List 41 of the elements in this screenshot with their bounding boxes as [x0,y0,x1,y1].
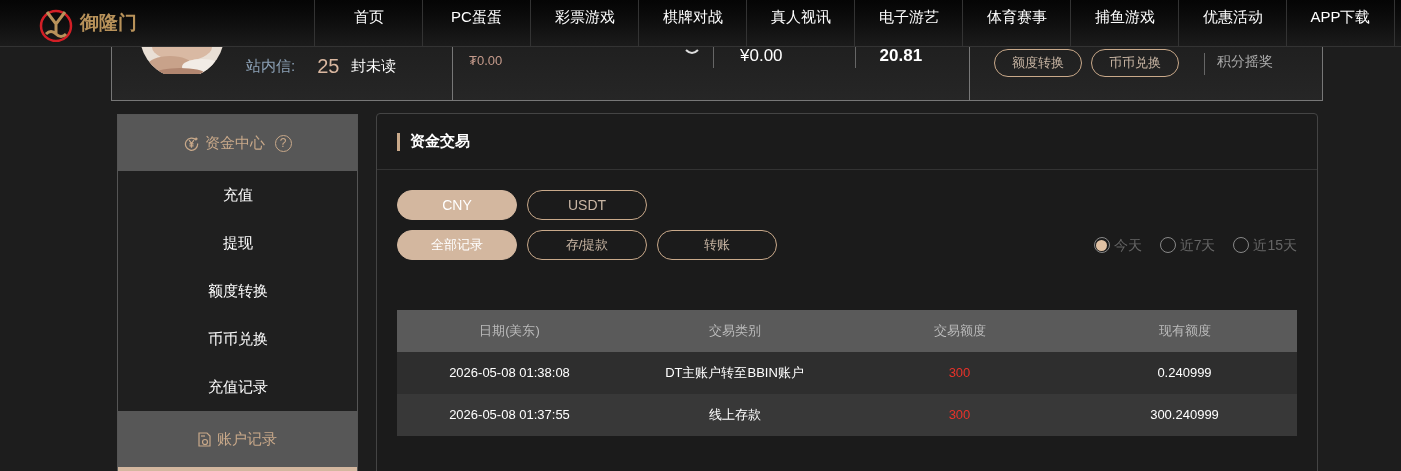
nav-link[interactable]: 棋牌对战 [638,0,746,46]
table-cell-text: 线上存款 [707,406,762,425]
cny-balance: ¥0.00 [740,45,783,67]
points-balance: 20.81 [879,45,923,67]
menu-item[interactable]: 币币兑换 [118,315,357,363]
column-header: 日期(美东) [478,322,541,341]
table-cell-text: 300.240999 [1149,406,1220,425]
unread-count: 25 [317,54,340,79]
nav-link[interactable]: 优惠活动 [1178,0,1286,46]
nav-link[interactable]: 真人视讯 [746,0,854,46]
column-header: 交易额度 [932,322,987,341]
nav-link[interactable]: PC蛋蛋 [422,0,530,46]
table-cell-text: 300 [947,364,972,383]
column-header: 交易类别 [707,322,762,341]
lottery-link[interactable]: 积分摇奖 [1217,53,1273,72]
messages-label: 站内信: [246,55,296,76]
nav-link[interactable]: 彩票游戏 [530,0,638,46]
column-header: 现有额度 [1157,322,1212,341]
menu-item[interactable]: 充值记录 [118,363,357,411]
panel-title: 资金交易 [410,131,470,152]
balance-text: ₮0.00 [469,52,504,70]
menu-item[interactable]: 提现 [118,219,357,267]
section-title: 资金中心 [204,132,265,153]
nav-link[interactable]: APP下载 [1286,0,1394,46]
nav-link[interactable]: 体育赛事 [962,0,1070,46]
nav-link[interactable]: 捕鱼游戏 [1070,0,1178,46]
section-title: 账户记录 [217,428,277,449]
radio-label: 近7天 [1179,235,1216,255]
logo-text: 御隆门 [80,10,137,35]
unread-label: 封未读 [351,55,397,76]
menu-item[interactable]: 充值 [118,171,357,219]
table-cell-text: 2026-05-08 01:37:55 [448,406,571,425]
table-cell-text: 2026-05-08 01:38:08 [448,364,571,383]
nav-link[interactable]: 电子游艺 [854,0,962,46]
table-cell-text: 300 [947,406,972,425]
table-cell-text: DT主账户转至BBIN账户 [664,364,805,383]
menu-item[interactable]: 额度转换 [118,267,357,315]
radio-label: 近15天 [1253,235,1297,255]
radio-label: 今天 [1113,235,1142,255]
table-cell-text: 0.240999 [1156,364,1213,383]
nav-link[interactable]: 首页 [314,0,422,46]
